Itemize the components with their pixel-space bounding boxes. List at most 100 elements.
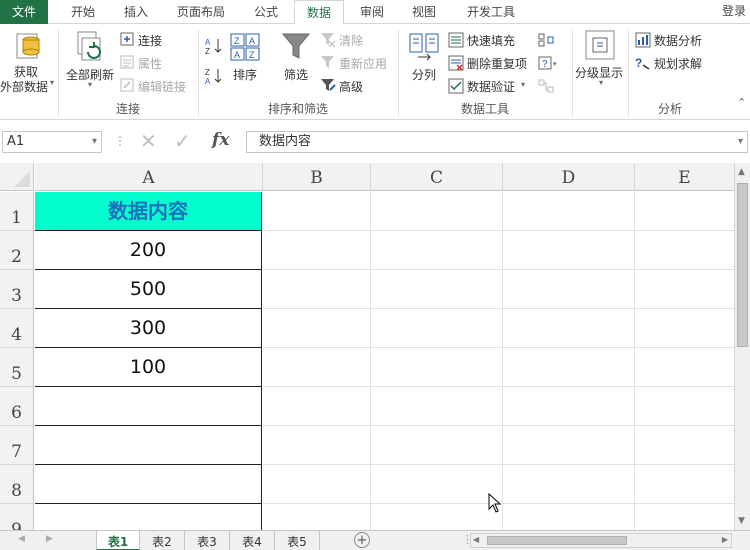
tab-formulas[interactable]: 公式	[242, 0, 290, 24]
what-if-analysis-icon[interactable]: ? ▾	[538, 56, 560, 70]
row-header-1[interactable]: 1	[0, 192, 34, 231]
group-separator	[198, 30, 199, 116]
row-header-8[interactable]: 8	[0, 465, 34, 504]
cell-A8[interactable]	[35, 465, 262, 504]
cancel-icon[interactable]: ✕	[140, 129, 157, 153]
funnel-icon	[281, 33, 311, 59]
column-header-C[interactable]: C	[371, 163, 503, 191]
name-box[interactable]: A1 ▾	[2, 131, 102, 153]
sort-ascending-icon: A Z	[205, 38, 222, 56]
spreadsheet-grid[interactable]: A B C D E 1 2 3 4 5 6 7 8 9 数据内容 200 500…	[0, 163, 734, 530]
advanced-label: 高级	[339, 80, 364, 94]
horizontal-scrollbar[interactable]: ◀ ▶	[470, 533, 732, 548]
scroll-left-icon[interactable]: ◀	[473, 535, 479, 544]
group-label-data-tools: 数据工具	[460, 102, 509, 116]
column-header-E[interactable]: E	[635, 163, 734, 191]
excel-window: 文件 开始 插入 页面布局 公式 数据 审阅 视图 开发工具 登录 获取 外部数…	[0, 0, 750, 550]
connections-icon	[120, 32, 134, 46]
data-analysis-icon	[635, 32, 651, 48]
row-header-5[interactable]: 5	[0, 348, 34, 387]
select-all-button[interactable]	[0, 163, 34, 191]
dropdown-arrow-icon: ▾	[599, 78, 604, 87]
confirm-icon[interactable]: ✓	[174, 129, 191, 153]
svg-text:A: A	[234, 50, 240, 60]
sheet-tab-2[interactable]: 表2	[140, 531, 185, 550]
cell-A4[interactable]: 300	[35, 309, 262, 348]
cell-A5[interactable]: 100	[35, 348, 262, 387]
flash-fill-icon	[448, 32, 464, 48]
horizontal-scroll-thumb[interactable]	[487, 536, 627, 545]
vertical-scrollbar[interactable]: ▲ ▼	[734, 163, 750, 530]
tab-home[interactable]: 开始	[58, 0, 108, 24]
database-icon	[16, 33, 40, 59]
expand-formula-icon[interactable]: ▾	[738, 132, 743, 152]
row-header-3[interactable]: 3	[0, 270, 34, 309]
row-header-6[interactable]: 6	[0, 387, 34, 426]
gridline	[502, 192, 503, 530]
data-validation-icon	[448, 78, 464, 94]
consolidate-icon[interactable]	[538, 33, 554, 47]
formula-bar: A1 ▾ ⋮ ✕ ✓ fx 数据内容 ▾	[0, 127, 750, 157]
scroll-right-icon[interactable]: ▶	[722, 535, 728, 544]
clear-label: 清除	[339, 34, 364, 48]
row-header-4[interactable]: 4	[0, 309, 34, 348]
cell-A7[interactable]	[35, 426, 262, 465]
svg-text:A: A	[249, 36, 255, 46]
column-header-B[interactable]: B	[263, 163, 371, 191]
column-header-D[interactable]: D	[503, 163, 635, 191]
data-validation-label: 数据验证	[467, 80, 516, 94]
sheet-tab-3[interactable]: 表3	[185, 531, 230, 550]
filter-label: 筛选	[284, 68, 309, 82]
add-sheet-icon[interactable]: +	[354, 532, 370, 548]
scroll-thumb[interactable]	[737, 183, 748, 347]
data-analysis-label: 数据分析	[654, 34, 703, 48]
tab-developer[interactable]: 开发工具	[456, 0, 526, 24]
cell-A9[interactable]	[35, 504, 262, 530]
gridline	[370, 192, 371, 530]
column-header-A[interactable]: A	[35, 163, 263, 191]
gridline	[263, 269, 734, 270]
tab-insert[interactable]: 插入	[112, 0, 160, 24]
svg-text:▾: ▾	[553, 61, 557, 68]
tab-file[interactable]: 文件	[0, 0, 48, 24]
cell-A3[interactable]: 500	[35, 270, 262, 309]
cell-A2[interactable]: 200	[35, 231, 262, 270]
gridline	[634, 192, 635, 530]
sheet-tab-4[interactable]: 表4	[230, 531, 275, 550]
sheet-next-icon[interactable]: ▶	[46, 534, 53, 544]
group-separator	[628, 30, 629, 116]
tab-view[interactable]: 视图	[400, 0, 448, 24]
outline-icon	[585, 30, 615, 60]
svg-text:Z: Z	[205, 68, 210, 77]
advanced-filter-icon	[321, 79, 336, 91]
ribbon-tab-bar: 文件 开始 插入 页面布局 公式 数据 审阅 视图 开发工具 登录	[0, 0, 750, 25]
get-external-label-2: 外部数据	[0, 80, 49, 94]
scroll-up-icon[interactable]: ▲	[738, 167, 745, 177]
sheet-prev-icon[interactable]: ◀	[18, 534, 25, 544]
remove-duplicates-icon	[448, 55, 464, 71]
gridline	[263, 386, 734, 387]
group-separator	[572, 30, 573, 116]
cell-A6[interactable]	[35, 387, 262, 426]
login-link[interactable]: 登录	[722, 0, 746, 22]
reapply-label: 重新应用	[339, 57, 388, 71]
tab-review[interactable]: 审阅	[348, 0, 396, 24]
gridline	[263, 464, 734, 465]
solver-icon: ?	[635, 56, 650, 70]
row-header-2[interactable]: 2	[0, 231, 34, 270]
group-label-analysis: 分析	[657, 102, 682, 116]
tab-page-layout[interactable]: 页面布局	[168, 0, 234, 24]
group-label-connections: 连接	[115, 102, 140, 116]
row-header-9[interactable]: 9	[0, 504, 34, 530]
insert-function-icon[interactable]: fx	[212, 130, 229, 150]
group-label-sort-filter: 排序和筛选	[267, 102, 328, 116]
properties-label: 属性	[138, 57, 163, 71]
row-header-7[interactable]: 7	[0, 426, 34, 465]
scroll-down-icon[interactable]: ▼	[738, 516, 745, 526]
cell-A1[interactable]: 数据内容	[35, 192, 262, 231]
collapse-ribbon-icon[interactable]: ⌃	[737, 96, 746, 109]
sheet-tab-1[interactable]: 表1	[96, 531, 140, 550]
formula-input[interactable]: 数据内容 ▾	[246, 131, 748, 153]
sheet-tab-5[interactable]: 表5	[275, 531, 320, 550]
tab-data[interactable]: 数据	[294, 0, 344, 25]
